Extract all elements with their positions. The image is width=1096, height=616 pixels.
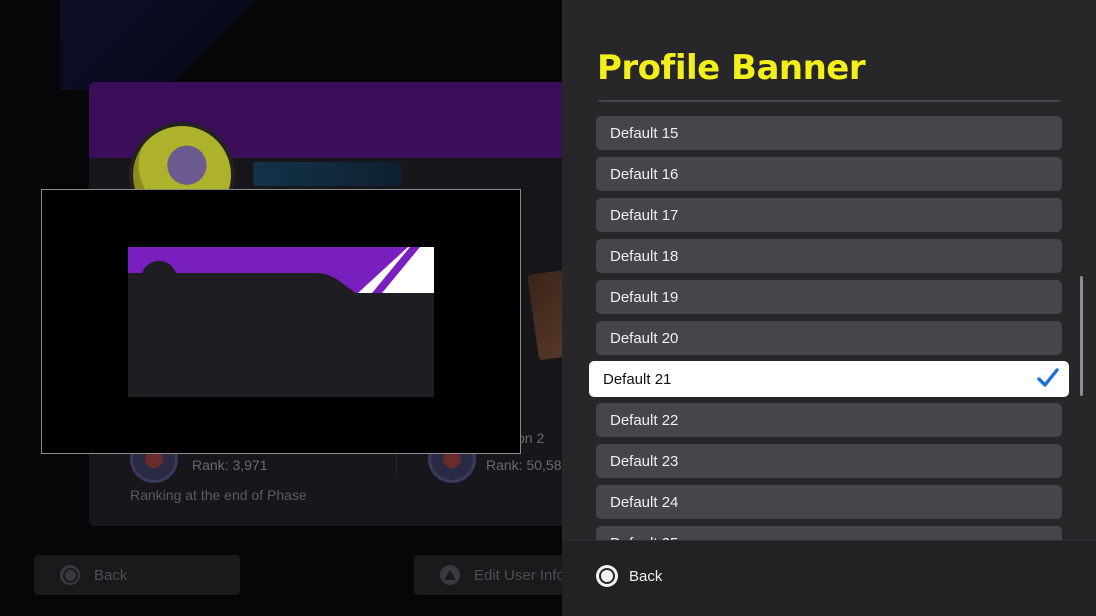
list-item-label: Default 18 [610, 247, 679, 265]
list-item[interactable]: Default 17 [596, 198, 1062, 232]
panel-footer: Back [562, 540, 1096, 616]
banner-list: Default 15 Default 16 Default 17 Default 18… [562, 100, 1096, 540]
background-back-button: Back [34, 555, 240, 595]
circle-button-icon [60, 565, 80, 585]
banner-preview-frame [41, 189, 521, 454]
list-item-label: Default 17 [610, 206, 679, 224]
list-item[interactable]: Default 23 [596, 444, 1062, 478]
list-item[interactable]: Default 16 [596, 157, 1062, 191]
list-item[interactable]: Default 24 [596, 485, 1062, 519]
list-item[interactable]: Default 18 [596, 239, 1062, 273]
rank-right-title: on 2 [517, 430, 545, 446]
rank-left-value: Rank: 3,971 [192, 457, 268, 473]
list-item-label: Default 21 [603, 370, 672, 388]
list-item-label: Default 19 [610, 288, 679, 306]
banner-preview-graphic [128, 247, 434, 397]
background-edit-label: Edit User Inform [474, 566, 562, 584]
list-item-label: Default 16 [610, 165, 679, 183]
circle-button-icon [596, 565, 618, 587]
featured-item-thumbnail [527, 269, 562, 361]
list-item-label: Default 15 [610, 124, 679, 142]
scrollbar[interactable] [1080, 276, 1083, 396]
list-item-partial-top[interactable] [596, 100, 1062, 102]
triangle-button-icon [440, 565, 460, 585]
back-button-label: Back [629, 567, 663, 585]
back-button[interactable]: Back [596, 565, 662, 587]
background-decoration [60, 0, 320, 90]
list-item[interactable]: Default 19 [596, 280, 1062, 314]
list-item[interactable]: Default 25 [596, 526, 1062, 540]
rank-right-value: Rank: 50,58 [486, 457, 562, 473]
list-item[interactable]: Default 22 [596, 403, 1062, 437]
list-item-label: Default 20 [610, 329, 679, 347]
banner-preview [128, 247, 434, 397]
ranking-footnote: Ranking at the end of Phase [130, 487, 307, 503]
page-title: Profile Banner [597, 48, 866, 88]
player-name-bar [253, 162, 401, 186]
background-edit-user-info-button: Edit User Inform [414, 555, 562, 595]
list-item[interactable]: Default 20 [596, 321, 1062, 355]
background-back-label: Back [94, 566, 128, 584]
list-item-label: Default 22 [610, 411, 679, 429]
checkmark-icon [1037, 368, 1059, 387]
list-item[interactable]: Default 15 [596, 116, 1062, 150]
list-item-label: Default 23 [610, 452, 679, 470]
profile-banner-panel: Profile Banner Default 15 Default 16 Defau… [562, 0, 1096, 616]
list-item-selected[interactable]: Default 21 [589, 361, 1069, 397]
list-item-label: Default 24 [610, 493, 679, 511]
